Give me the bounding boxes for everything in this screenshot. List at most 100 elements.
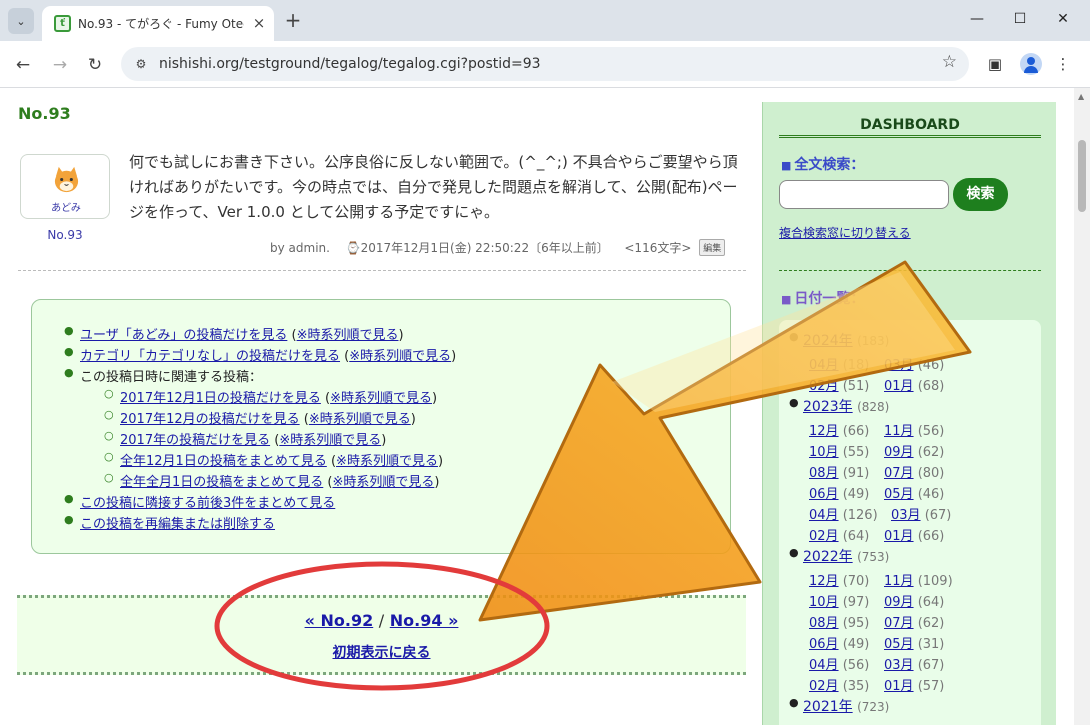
edit-badge[interactable]: 編集 <box>699 239 726 256</box>
back-to-top-link[interactable]: 初期表示に戻る <box>333 645 431 661</box>
month-link[interactable]: 02月 <box>809 679 839 694</box>
maximize-icon[interactable]: ☐ <box>1005 6 1035 32</box>
close-window-icon[interactable]: ✕ <box>1048 6 1078 32</box>
year-link[interactable]: 2021年 <box>803 699 853 715</box>
month-link[interactable]: 08月 <box>809 466 839 481</box>
year-chrono-link[interactable]: ※時系列順で見る <box>279 433 381 448</box>
profile-icon[interactable] <box>1020 53 1042 75</box>
search-input[interactable] <box>779 180 949 209</box>
category-posts-link[interactable]: カテゴリ「カテゴリなし」の投稿だけを見る <box>80 349 340 364</box>
month-chrono-link[interactable]: ※時系列順で見る <box>309 412 411 427</box>
year-posts-link[interactable]: 2017年の投稿だけを見る <box>120 433 270 448</box>
month-link[interactable]: 06月 <box>809 637 839 652</box>
user-chrono-link[interactable]: ※時系列順で見る <box>297 328 399 343</box>
month-link[interactable]: 03月 <box>884 658 914 673</box>
page-scrollbar[interactable]: ▲ <box>1074 88 1090 725</box>
next-post-link[interactable]: No.94 » <box>390 611 459 630</box>
month-link[interactable]: 03月 <box>891 508 921 523</box>
site-info-icon[interactable]: ⚙ <box>131 54 151 74</box>
allyear-day-chrono-link[interactable]: ※時系列順で見る <box>336 454 438 469</box>
month-posts-link[interactable]: 2017年12月の投稿だけを見る <box>120 412 300 427</box>
adjacent-posts-link[interactable]: この投稿に隣接する前後3件をまとめて見る <box>80 496 335 511</box>
month-link[interactable]: 08月 <box>809 616 839 631</box>
month-link[interactable]: 09月 <box>884 445 914 460</box>
back-icon[interactable]: ← <box>10 52 36 78</box>
month-link[interactable]: 11月 <box>884 574 914 589</box>
month-link[interactable]: 10月 <box>809 445 839 460</box>
post-author[interactable]: by admin. <box>270 241 330 255</box>
year-link[interactable]: 2023年 <box>803 399 853 415</box>
month-link[interactable]: 04月 <box>809 508 839 523</box>
month-link[interactable]: 01月 <box>884 679 914 694</box>
month-link[interactable]: 04月 <box>809 658 839 673</box>
month-link[interactable]: 04月 <box>809 358 839 373</box>
post-divider <box>18 270 746 271</box>
year-link[interactable]: 2022年 <box>803 549 853 565</box>
search-button[interactable]: 検索 <box>953 178 1008 211</box>
month-item: 05月 (46) <box>884 487 945 502</box>
month-link[interactable]: 07月 <box>884 466 914 481</box>
search-heading: ■ 全文検索： <box>781 157 865 173</box>
month-item: 09月 (62) <box>884 445 945 460</box>
prev-post-link[interactable]: « No.92 <box>305 611 374 630</box>
month-item: 11月 (109) <box>884 574 953 589</box>
side-panel-icon[interactable]: ▣ <box>983 52 1007 76</box>
tab-search-icon[interactable]: ⌄ <box>8 8 34 34</box>
category-chrono-link[interactable]: ※時系列順で見る <box>349 349 451 364</box>
allyear-month-chrono-link[interactable]: ※時系列順で見る <box>333 475 435 490</box>
month-link[interactable]: 09月 <box>884 595 914 610</box>
forward-icon[interactable]: → <box>47 52 73 78</box>
year-item: ● 2023年 (828) <box>789 396 890 415</box>
month-link[interactable]: 05月 <box>884 487 914 502</box>
post-char-count: <116文字> <box>624 241 692 255</box>
month-item: 08月 (91) <box>809 466 870 481</box>
month-link[interactable]: 12月 <box>809 424 839 439</box>
star-icon[interactable]: ☆ <box>942 52 957 72</box>
month-item: 01月 (66) <box>884 529 945 544</box>
user-posts-link[interactable]: ユーザ「あどみ」の投稿だけを見る <box>80 328 287 343</box>
year-count: (828) <box>857 400 890 414</box>
year-link[interactable]: 2024年 <box>803 333 853 349</box>
month-link[interactable]: 07月 <box>884 616 914 631</box>
active-tab[interactable]: ť No.93 - てがろぐ - Fumy Otegaru × <box>42 6 274 41</box>
date-heading: ■ 日付一覧： <box>781 291 865 307</box>
switch-search-link[interactable]: 複合検索窓に切り替える <box>779 224 911 241</box>
list-item: ○ 2017年の投稿だけを見る (※時系列順で見る) <box>104 429 387 448</box>
month-link[interactable]: 05月 <box>884 637 914 652</box>
day-chrono-link[interactable]: ※時系列順で見る <box>330 391 432 406</box>
tab-close-icon[interactable]: × <box>250 14 268 32</box>
user-avatar-box[interactable]: あどみ <box>20 154 110 219</box>
month-item: 04月 (126) <box>809 508 878 523</box>
clock-icon: ⌚ <box>345 241 361 255</box>
month-item: 02月 (64) <box>809 529 870 544</box>
reload-icon[interactable]: ↻ <box>82 52 108 78</box>
year-item: ● 2021年 (723) <box>789 696 890 715</box>
new-tab-button[interactable]: + <box>282 9 304 31</box>
list-item: ● この投稿に隣接する前後3件をまとめて見る <box>64 492 336 511</box>
month-link[interactable]: 10月 <box>809 595 839 610</box>
month-link[interactable]: 06月 <box>809 487 839 502</box>
year-item: ● 2024年 (183) <box>789 330 890 349</box>
edit-post-link[interactable]: この投稿を再編集または削除する <box>80 517 275 532</box>
list-item: ● この投稿を再編集または削除する <box>64 513 276 532</box>
avatar-name: あどみ <box>51 203 81 214</box>
month-link[interactable]: 11月 <box>884 424 914 439</box>
allyear-day-link[interactable]: 全年12月1日の投稿をまとめて見る <box>120 454 327 469</box>
month-link[interactable]: 12月 <box>809 574 839 589</box>
scroll-up-icon[interactable]: ▲ <box>1078 92 1084 101</box>
url-text[interactable]: nishishi.org/testground/tegalog/tegalog.… <box>159 56 541 72</box>
menu-icon[interactable]: ⋮ <box>1051 52 1075 76</box>
address-bar[interactable]: ⚙ nishishi.org/testground/tegalog/tegalo… <box>121 47 969 81</box>
month-link[interactable]: 01月 <box>884 529 914 544</box>
pager-separator: / <box>378 611 385 630</box>
minimize-icon[interactable]: — <box>962 6 992 32</box>
day-posts-link[interactable]: 2017年12月1日の投稿だけを見る <box>120 391 321 406</box>
month-link[interactable]: 02月 <box>809 379 839 394</box>
month-link[interactable]: 03月 <box>884 358 914 373</box>
post-datetime[interactable]: 2017年12月1日(金) 22:50:22〔6年以上前〕 <box>361 241 609 255</box>
sidebar: DASHBOARD ■ 全文検索： 検索 複合検索窓に切り替える ■ 日付一覧： ●… <box>762 102 1056 725</box>
allyear-month-link[interactable]: 全年全月1日の投稿をまとめて見る <box>120 475 323 490</box>
month-link[interactable]: 01月 <box>884 379 914 394</box>
scroll-thumb[interactable] <box>1078 140 1086 212</box>
month-link[interactable]: 02月 <box>809 529 839 544</box>
